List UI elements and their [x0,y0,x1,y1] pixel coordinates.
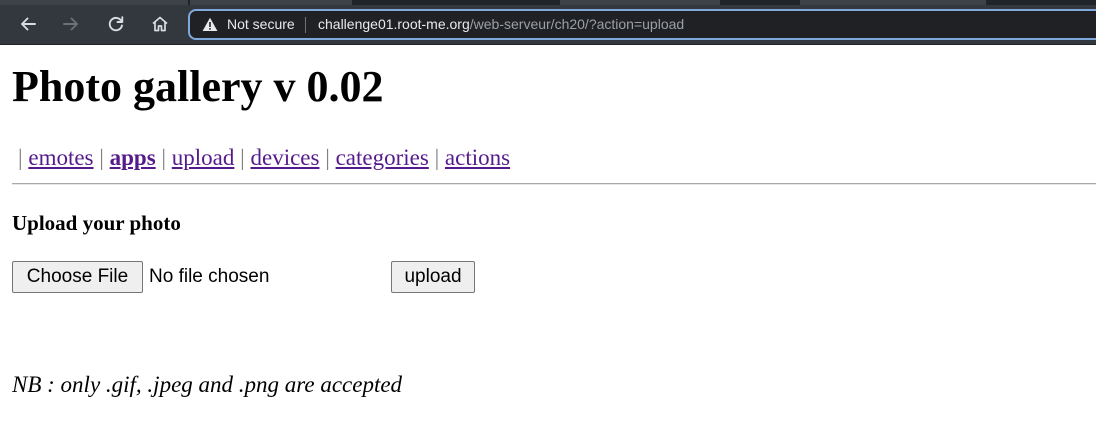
forward-button[interactable] [57,10,85,38]
nav-link-categories[interactable]: categories [336,145,429,170]
nav-separator: | [325,145,330,170]
category-nav: | emotes | apps | upload | devices | cat… [18,144,510,172]
horizontal-rule [12,183,1096,185]
url-text[interactable]: challenge01.root-me.org/web-serveur/ch20… [318,16,684,32]
upload-heading: Upload your photo [12,211,181,235]
nav-separator: | [99,145,104,170]
nav-separator: | [240,145,245,170]
back-button[interactable] [14,10,42,38]
tab-strip-segment [190,0,352,5]
tab-strip-segment [0,0,188,5]
nav-link-devices[interactable]: devices [251,145,320,170]
file-status-text: No file chosen [149,266,270,287]
nav-separator: | [18,145,23,170]
choose-file-button[interactable]: Choose File [12,261,143,293]
upload-submit-button[interactable]: upload [391,261,475,293]
accepted-formats-note: NB : only .gif, .jpeg and .png are accep… [12,372,403,397]
reload-icon [108,16,124,32]
nav-separator: | [434,145,440,170]
tab-strip-segment [800,0,986,5]
home-icon [152,16,168,32]
security-status-label[interactable]: Not secure [227,16,295,32]
browser-toolbar: Not secure challenge01.root-me.org/web-s… [0,0,1096,45]
back-arrow-icon [21,17,36,31]
home-button[interactable] [146,10,174,38]
page-title: Photo gallery v 0.02 [12,62,384,111]
forward-arrow-icon [63,17,78,31]
nav-link-emotes[interactable]: emotes [28,145,93,170]
nav-link-actions[interactable]: actions [445,145,510,170]
tab-strip [0,0,1096,5]
nav-link-upload[interactable]: upload [172,145,235,170]
url-host: challenge01.root-me.org [318,16,470,32]
warning-icon[interactable] [202,17,218,32]
nav-link-apps[interactable]: apps [110,145,156,170]
nav-separator: | [161,145,167,170]
address-bar-divider [305,17,306,33]
reload-button[interactable] [102,10,130,38]
url-path: /web-serveur/ch20/?action=upload [469,16,685,32]
tab-strip-segment [560,0,720,5]
address-bar[interactable]: Not secure challenge01.root-me.org/web-s… [188,9,1096,40]
